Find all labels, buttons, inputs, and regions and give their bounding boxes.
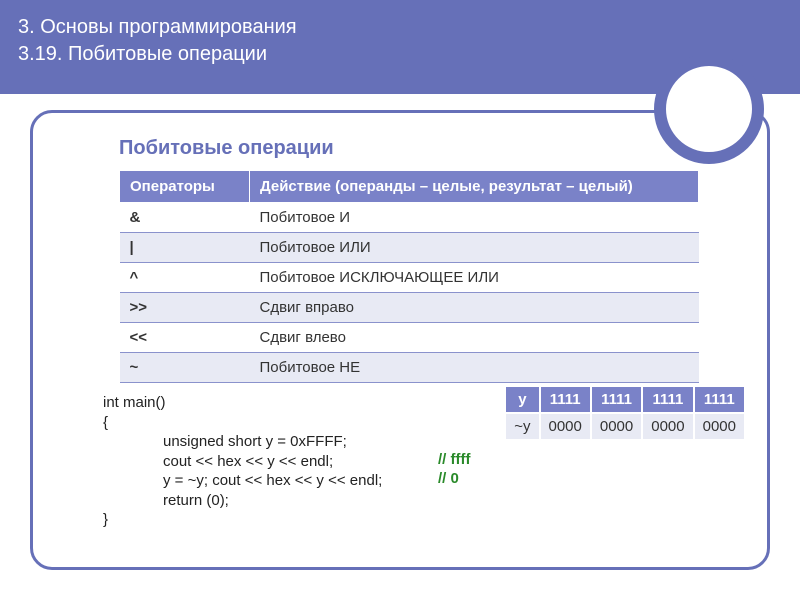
table-row: >>Сдвиг вправо xyxy=(120,293,699,323)
table-row: |Побитовое ИЛИ xyxy=(120,233,699,263)
table-row: ~Побитовое НЕ xyxy=(120,353,699,383)
header-line2: 3.19. Побитовые операции xyxy=(18,41,782,68)
bits-row-noty: ~y 0000 0000 0000 0000 xyxy=(505,413,745,440)
code-comment: // 0 xyxy=(438,469,459,489)
operators-table: Операторы Действие (операнды – целые, ре… xyxy=(119,170,699,383)
bits-row-y: y 1111 1111 1111 1111 xyxy=(505,386,745,413)
table-row: ^Побитовое ИСКЛЮЧАЮЩЕЕ ИЛИ xyxy=(120,263,699,293)
decorative-ring-icon xyxy=(654,54,764,164)
col-header-action: Действие (операнды – целые, результат – … xyxy=(250,171,699,203)
content-frame: Побитовые операции Операторы Действие (о… xyxy=(30,110,770,570)
code-comment: // ffff xyxy=(438,450,470,470)
table-row: <<Сдвиг влево xyxy=(120,323,699,353)
col-header-operators: Операторы xyxy=(120,171,250,203)
bits-table: y 1111 1111 1111 1111 ~y 0000 0000 0000 … xyxy=(504,385,746,441)
code-line: return (0); xyxy=(163,491,767,511)
code-line: y = ~y; cout << hex << y << endl; xyxy=(163,471,767,491)
code-line: } xyxy=(103,510,767,530)
header-line1: 3. Основы программирования xyxy=(18,14,782,41)
table-row: &Побитовое И xyxy=(120,203,699,233)
